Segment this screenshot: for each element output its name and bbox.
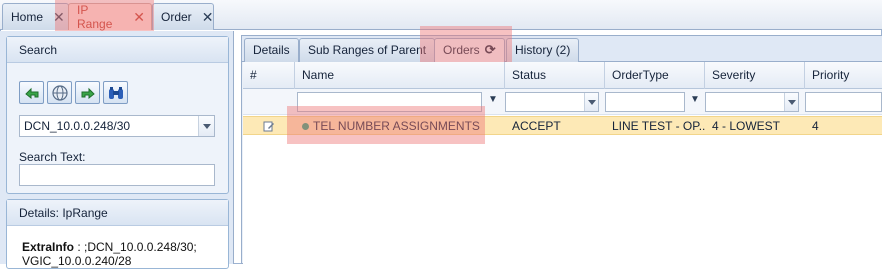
globe-icon[interactable]	[47, 81, 72, 104]
search-toolbar	[19, 81, 128, 104]
forward-arrow-icon[interactable]	[75, 81, 100, 104]
column-header-number[interactable]: #	[243, 62, 295, 89]
tab-sub-ranges[interactable]: Sub Ranges of Parent	[299, 38, 436, 62]
filter-severity-select[interactable]	[705, 92, 799, 112]
search-panel-title: Search	[7, 37, 228, 63]
column-header-severity[interactable]: Severity	[705, 62, 805, 89]
search-panel: Search DCN_10.0.0.248/30 Search Text:	[6, 36, 229, 194]
tab-details-label: Details	[253, 43, 290, 57]
filter-status-select[interactable]	[505, 92, 599, 112]
highlight-overlay	[287, 106, 485, 144]
search-text-input[interactable]	[19, 164, 215, 186]
column-header-name[interactable]: Name	[295, 62, 505, 89]
tab-history[interactable]: History (2)	[506, 38, 580, 62]
search-text-label: Search Text:	[19, 150, 86, 164]
range-select[interactable]: DCN_10.0.0.248/30	[19, 115, 215, 137]
details-panel-title: Details: IpRange	[7, 200, 228, 226]
chevron-down-icon[interactable]	[584, 93, 598, 111]
chevron-down-icon[interactable]	[198, 116, 214, 136]
orders-grid: # Name Status OrderType Severity Priorit…	[243, 62, 882, 264]
cell-status: ACCEPT	[512, 119, 561, 133]
close-icon[interactable]: ✕	[202, 10, 214, 24]
detail-tab-bar: Details Sub Ranges of Parent Orders ⟳ His…	[242, 36, 882, 63]
left-sidebar: Search DCN_10.0.0.248/30 Search Text: De…	[0, 31, 234, 269]
details-panel: Details: IpRange ExtraInfo : ;DCN_10.0.0…	[6, 199, 229, 269]
cell-priority: 4	[812, 119, 819, 133]
tab-history-label: History (2)	[515, 43, 571, 57]
tab-sub-ranges-label: Sub Ranges of Parent	[308, 43, 427, 57]
tab-order[interactable]: Order ✕	[152, 3, 214, 30]
filter-ordertype-input[interactable]	[605, 92, 685, 112]
filter-priority-input[interactable]	[805, 92, 882, 112]
back-arrow-icon[interactable]	[19, 81, 44, 104]
tab-home-label: Home	[11, 10, 44, 24]
grid-header: # Name Status OrderType Severity Priorit…	[243, 62, 882, 89]
binoculars-icon[interactable]	[103, 81, 128, 104]
filter-icon[interactable]: ▼	[488, 94, 498, 105]
cell-ordertype: LINE TEST - OP...	[612, 119, 705, 133]
cell-severity: 4 - LOWEST	[712, 119, 781, 133]
column-header-ordertype[interactable]: OrderType	[605, 62, 705, 89]
chevron-down-icon[interactable]	[784, 93, 798, 111]
filter-icon[interactable]: ▼	[690, 94, 700, 105]
extra-info-label: ExtraInfo	[22, 240, 75, 254]
column-header-status[interactable]: Status	[505, 62, 605, 89]
tab-details[interactable]: Details	[244, 38, 299, 62]
range-select-value: DCN_10.0.0.248/30	[24, 119, 131, 133]
column-header-priority[interactable]: Priority	[805, 62, 882, 89]
tab-order-label: Order	[161, 10, 192, 24]
edit-icon[interactable]	[263, 120, 275, 132]
